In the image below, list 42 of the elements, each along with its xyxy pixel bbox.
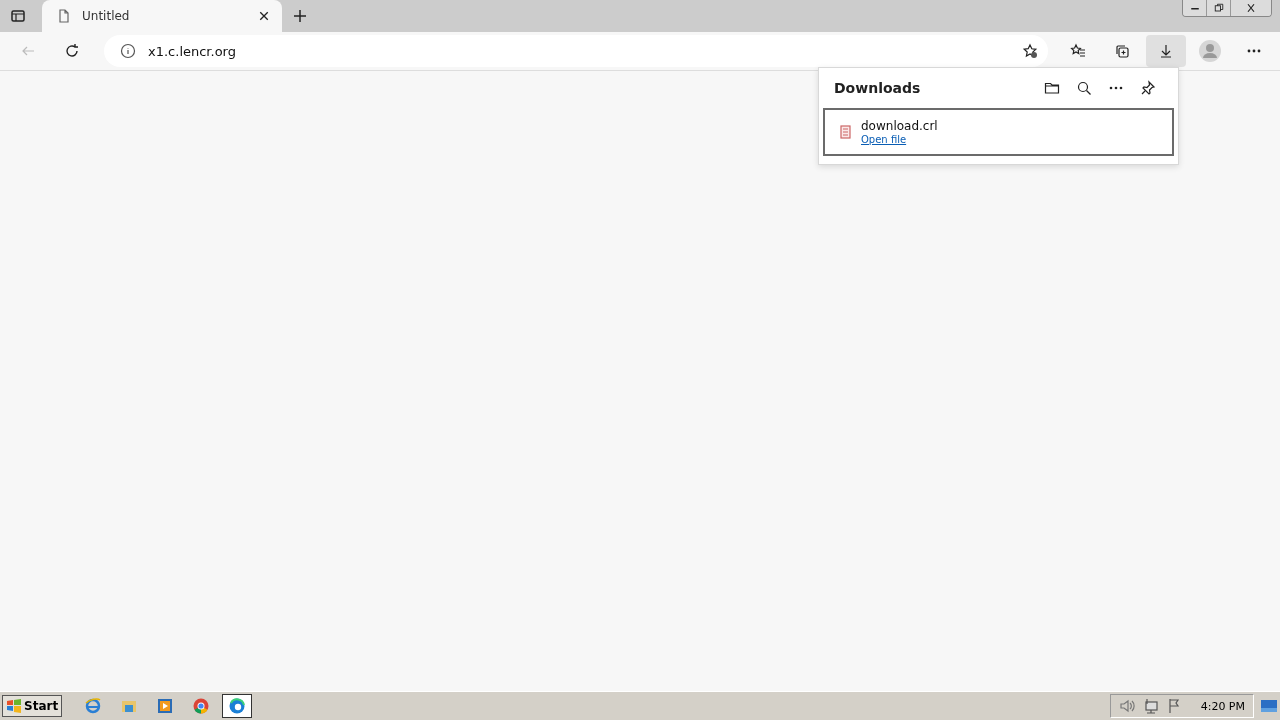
start-button[interactable]: Start — [2, 695, 63, 717]
close-icon — [258, 10, 270, 22]
address-bar[interactable]: x1.c.lencr.org — [104, 35, 1048, 67]
browser-tab[interactable]: Untitled — [42, 0, 282, 32]
globe-icon — [84, 697, 103, 715]
star-list-icon — [1070, 43, 1086, 59]
taskbar-app-button[interactable] — [222, 694, 253, 718]
search-icon — [1076, 80, 1092, 96]
info-icon — [120, 43, 136, 59]
speaker-icon — [1118, 698, 1135, 714]
panel-title: Downloads — [834, 80, 922, 96]
page-icon — [56, 8, 72, 24]
restore-icon — [1212, 2, 1225, 14]
collections-icon — [1114, 43, 1130, 59]
star-plus-icon — [1022, 43, 1038, 59]
close-icon — [1245, 2, 1257, 14]
refresh-icon — [64, 43, 80, 59]
more-icon — [1109, 86, 1123, 90]
tab-title: Untitled — [82, 9, 131, 23]
pin-icon — [1140, 80, 1156, 96]
tab-actions-icon — [10, 8, 26, 24]
minimize-button[interactable] — [1183, 0, 1207, 16]
downloads-button[interactable] — [1146, 35, 1186, 67]
open-file-link[interactable]: Open file — [861, 134, 938, 145]
avatar-icon — [1198, 39, 1222, 63]
close-window-button[interactable] — [1231, 0, 1271, 16]
edge-icon — [228, 697, 247, 715]
certificate-file-icon — [837, 124, 853, 140]
file-name: download.crl — [861, 119, 938, 133]
url-text: x1.c.lencr.org — [148, 43, 237, 59]
plus-icon — [292, 8, 308, 24]
download-icon — [1158, 43, 1174, 59]
more-icon — [1247, 49, 1261, 53]
download-item[interactable]: download.crl Open file — [823, 108, 1174, 156]
chrome-icon — [192, 697, 211, 715]
folder-icon — [1044, 80, 1060, 96]
windows-logo-icon — [6, 699, 22, 713]
show-desktop-icon[interactable] — [1260, 699, 1278, 713]
network-icon — [1142, 698, 1159, 714]
play-icon — [156, 697, 175, 715]
clock: 4:20 PM — [1200, 699, 1245, 713]
restore-button[interactable] — [1207, 0, 1231, 16]
